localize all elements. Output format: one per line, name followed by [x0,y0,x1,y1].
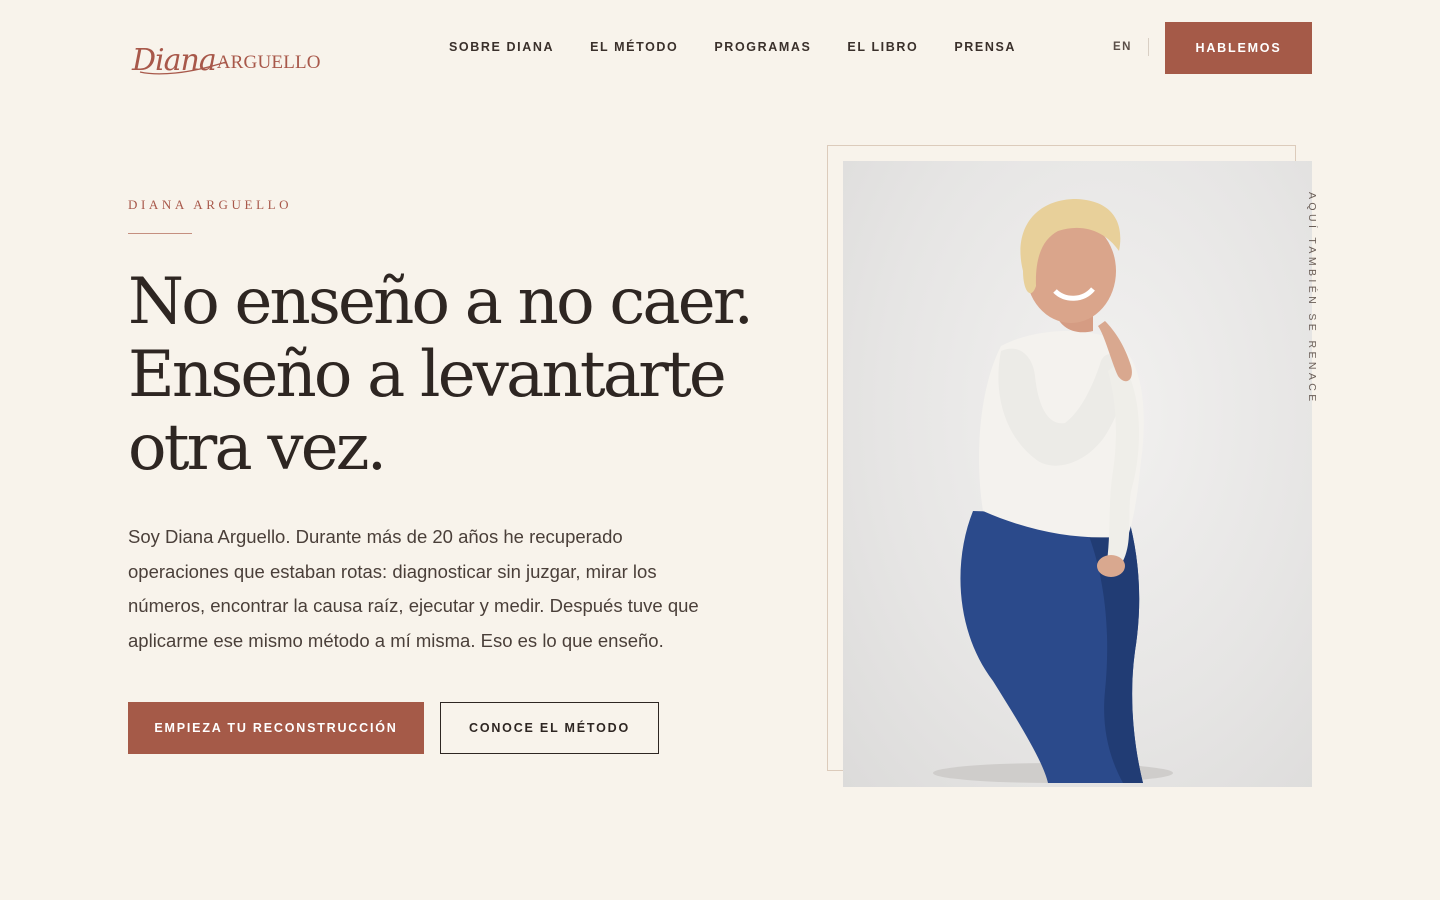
know-method-button[interactable]: CONOCE EL MÉTODO [440,702,659,754]
logo-swash-icon [139,61,227,75]
hablemos-button[interactable]: HABLEMOS [1165,22,1312,74]
header-divider [1148,38,1149,56]
nav-item-sobre-diana[interactable]: SOBRE DIANA [449,40,554,54]
portrait-illustration [933,199,1173,783]
hero-portrait [843,161,1312,787]
logo[interactable]: Diana ARGUELLO [132,24,321,76]
nav-item-prensa[interactable]: PRENSA [954,40,1016,54]
logo-caps: ARGUELLO [216,52,321,73]
headline-line-1: No enseño a no caer. [128,265,754,339]
nav-item-el-metodo[interactable]: EL MÉTODO [590,40,678,54]
language-switch[interactable]: EN [1113,41,1132,53]
hero-eyebrow: DIANA ARGUELLO [128,197,293,212]
nav-item-el-libro[interactable]: EL LIBRO [847,40,918,54]
hero-lead: Soy Diana Arguello. Durante más de 20 añ… [128,526,699,651]
nav-item-programas[interactable]: PROGRAMAS [714,40,811,54]
main-nav: SOBRE DIANA EL MÉTODO PROGRAMAS EL LIBRO… [449,40,1052,54]
hero-headline: No enseño a no caer. Enseño a levantarte… [128,266,808,485]
headline-line-2: Enseño a levantarte [128,338,727,412]
start-reconstruction-button[interactable]: EMPIEZA TU RECONSTRUCCIÓN [128,702,424,754]
eyebrow-divider [128,233,192,234]
headline-line-3: otra vez. [128,411,387,485]
vertical-caption: AQUÍ TAMBIÉN SE RENACE [1306,192,1318,405]
